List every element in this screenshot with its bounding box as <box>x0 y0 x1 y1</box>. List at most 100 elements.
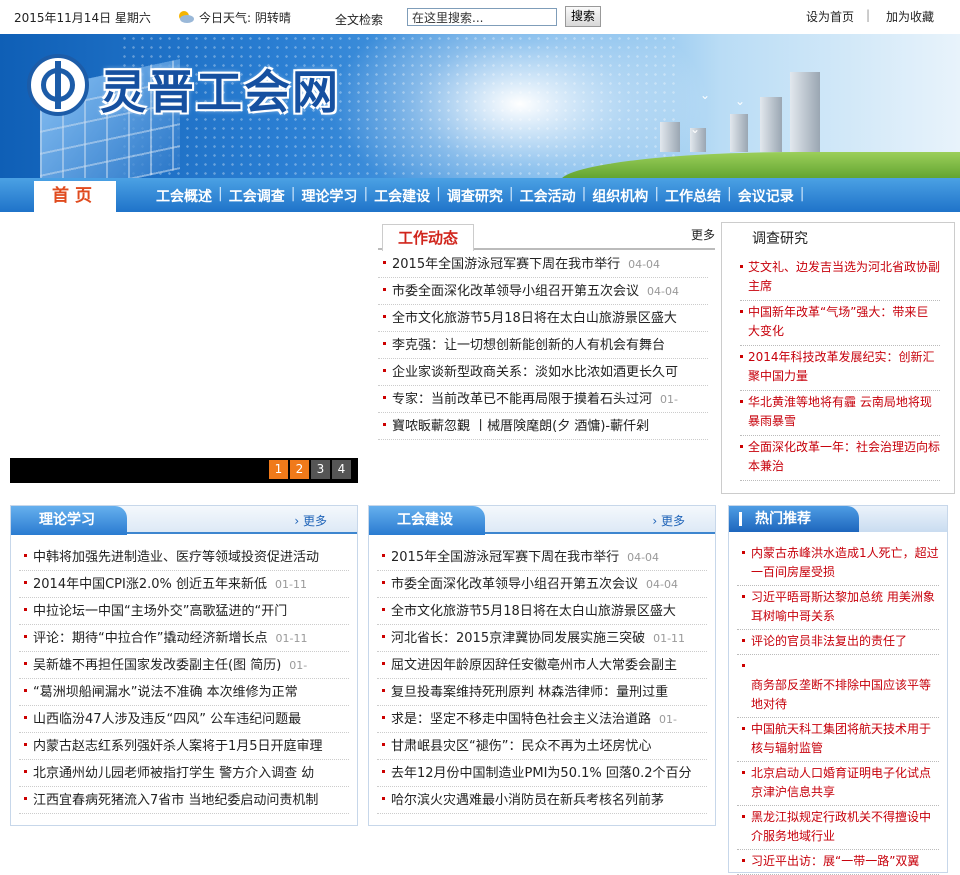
slide-page-button[interactable]: 3 <box>311 460 330 479</box>
nav-item[interactable]: 工会建设 <box>374 186 430 206</box>
headline-item[interactable]: 全面深化改革一年：社会治理迈向标本兼治 <box>740 436 940 481</box>
nav-item[interactable]: 工会概述 <box>156 186 212 206</box>
current-date: 2015年11月14日 星期六 <box>14 11 151 25</box>
headline-item[interactable]: 中国新年改革“气场”强大：带来巨大变化 <box>740 301 940 346</box>
weather-text: 今日天气: 阴转晴 <box>199 11 291 25</box>
chevron-right-icon: › <box>652 514 661 528</box>
news-item[interactable]: 山西临汾47人涉及违反“四风” 公车违纪问题最 <box>19 706 349 733</box>
news-item[interactable]: 江西宜春病死猪流入7省市 当地纪委启动问责机制 <box>19 787 349 814</box>
bird-icon: ⌄ <box>690 122 701 136</box>
section-title[interactable]: 理论学习 <box>11 506 127 535</box>
bird-icon: ⌄ <box>735 94 746 108</box>
news-item[interactable]: 内蒙古赵志红系列强奸杀人案将于1月5日开庭审理 <box>19 733 349 760</box>
nav-item[interactable]: 理论学习 <box>301 186 357 206</box>
news-item[interactable]: 中拉论坛一中国“主场外交”高歌猛进的“开门 <box>19 598 349 625</box>
more-link[interactable]: › 更多 <box>294 512 327 529</box>
nav-item[interactable]: 工会活动 <box>520 186 576 206</box>
news-item[interactable]: 2015年全国游泳冠军赛下周在我市举行 04-04 <box>377 544 707 571</box>
section-header: 工会建设 › 更多 <box>369 506 715 535</box>
news-list: 2015年全国游泳冠军赛下周在我市举行 04-04 市委全面深化改革领导小组召开第… <box>377 544 707 814</box>
news-item[interactable]: 企业家谈新型政商关系：淡如水比浓如酒更长久可 <box>378 359 708 386</box>
news-item[interactable]: 吴新雄不再担任国家发改委副主任(图 简历) 01- <box>19 652 349 679</box>
section-header: 热门推荐 <box>729 506 947 532</box>
news-item[interactable]: 评论：期待“中拉合作”撬动经济新增长点 01-11 <box>19 625 349 652</box>
building-graphic <box>760 97 782 152</box>
news-item[interactable]: 全市文化旅游节5月18日将在太白山旅游景区盛大 <box>377 598 707 625</box>
section-title[interactable]: 工会建设 <box>369 506 485 535</box>
headline-item[interactable]: 华北黄淮等地将有霾 云南局地将现暴雨暴雪 <box>740 391 940 436</box>
section-header: 工作动态 更多 <box>378 222 715 251</box>
section-title: 调查研究 <box>752 231 808 247</box>
section-header: 理论学习 › 更多 <box>11 506 357 535</box>
news-item[interactable]: 求是：坚定不移走中国特色社会主义法治道路 01- <box>377 706 707 733</box>
chevron-right-icon: › <box>294 514 303 528</box>
image-slideshow: 1 2 3 4 <box>10 222 358 484</box>
search-button[interactable]: 搜索 <box>565 6 601 27</box>
headline-item[interactable]: 2014年科技改革发展纪实：创新汇聚中国力量 <box>740 346 940 391</box>
news-item[interactable]: 李克强：让一切想创新能创新的人有机会有舞台 <box>378 332 708 359</box>
union-building-section: 工会建设 › 更多 2015年全国游泳冠军赛下周在我市举行 04-04 市委全面深… <box>368 505 716 826</box>
news-item[interactable]: 市委全面深化改革领导小组召开第五次会议 04-04 <box>377 571 707 598</box>
search-input[interactable] <box>407 8 557 26</box>
top-bar: 2015年11月14日 星期六 今日天气: 阴转晴 全文检索 搜索 设为首页 |… <box>0 0 960 34</box>
news-list: 中韩将加强先进制造业、医疗等领域投资促进活动 2014年中国CPI涨2.0% 创… <box>19 544 349 814</box>
building-graphic <box>660 122 680 152</box>
more-link[interactable]: › 更多 <box>652 512 685 529</box>
headline-item[interactable]: 北京启动人口婚育证明电子化试点 京津沪信息共享 <box>737 762 939 806</box>
section-title[interactable]: 工作动态 <box>382 224 474 251</box>
fulltext-search-label: 全文检索 <box>335 13 384 27</box>
building-graphic <box>790 72 820 152</box>
news-item[interactable]: 北京通州幼儿园老师被指打学生 警方介入调查 幼 <box>19 760 349 787</box>
news-item[interactable]: 去年12月份中国制造业PMI为50.1% 回落0.2个百分 <box>377 760 707 787</box>
headline-item[interactable]: 黑龙江拟规定行政机关不得擅设中介服务地域行业 <box>737 806 939 850</box>
nav-item[interactable]: 会议记录 <box>738 186 794 206</box>
news-item[interactable]: 中韩将加强先进制造业、医疗等领域投资促进活动 <box>19 544 349 571</box>
banner-glow <box>330 34 710 178</box>
hot-recommend-section: 热门推荐 内蒙古赤峰洪水造成1人死亡，超过一百间房屋受损 习近平晤哥斯达黎加总统… <box>728 505 948 875</box>
headline-item[interactable]: 商务部反垄断不排除中国应该平等地对待 <box>737 655 939 718</box>
site-title: 灵晋工会网 <box>100 65 340 119</box>
headline-item[interactable]: 评论的官员非法复出的责任了 <box>737 630 939 655</box>
building-graphic <box>730 114 748 152</box>
slide-page-button[interactable]: 2 <box>290 460 309 479</box>
news-item[interactable]: 复旦投毒案维持死刑原判 林森浩律师：量刑过重 <box>377 679 707 706</box>
news-item[interactable]: 2015年全国游泳冠军赛下周在我市举行 04-04 <box>378 251 708 278</box>
section-title[interactable]: 热门推荐 <box>729 506 859 532</box>
main-nav: 首页 工会概述 | 工会调查 | 理论学习 | 工会建设 | 调查研究 | 工会活动 | 组… <box>0 178 960 212</box>
nav-item[interactable]: 工作总结 <box>665 186 721 206</box>
set-homepage-link[interactable]: 设为首页 <box>806 8 854 25</box>
divider: | <box>866 8 871 22</box>
news-item[interactable]: 屈文进因年龄原因辞任安徽亳州市人大常委会副主 <box>377 652 707 679</box>
headline-item[interactable]: 习近平晤哥斯达黎加总统 用美洲象耳树喻中哥关系 <box>737 586 939 630</box>
news-item[interactable]: 寶哝眅蘄忽覲 丨械厝険麾朗(夕 酒慵)-蘄仟剁 <box>378 413 708 440</box>
slide-page-button[interactable]: 1 <box>269 460 288 479</box>
theory-study-section: 理论学习 › 更多 中韩将加强先进制造业、医疗等领域投资促进活动 2014年中国… <box>10 505 358 826</box>
news-item[interactable]: 专家：当前改革已不能再局限于摸着石头过河 01- <box>378 386 708 413</box>
nav-home-tab[interactable]: 首页 <box>34 181 116 212</box>
union-logo-icon <box>27 54 89 116</box>
headline-item[interactable]: 艾文礼、边发吉当选为河北省政协副主席 <box>740 256 940 301</box>
news-item[interactable]: 市委全面深化改革领导小组召开第五次会议 04-04 <box>378 278 708 305</box>
work-news-section: 工作动态 更多 2015年全国游泳冠军赛下周在我市举行 04-04 市委全面深化改… <box>378 222 715 440</box>
add-favorite-link[interactable]: 加为收藏 <box>886 8 934 25</box>
nav-menu: 工会概述 | 工会调查 | 理论学习 | 工会建设 | 调查研究 | 工会活动 | 组织机构… <box>156 186 805 206</box>
news-item[interactable]: 哈尔滨火灾遇难最小消防员在新兵考核名列前茅 <box>377 787 707 814</box>
hot-list: 内蒙古赤峰洪水造成1人死亡，超过一百间房屋受损 习近平晤哥斯达黎加总统 用美洲象… <box>729 532 947 875</box>
research-list: 艾文礼、边发吉当选为河北省政协副主席 中国新年改革“气场”强大：带来巨大变化 2… <box>722 256 954 481</box>
news-item[interactable]: 2014年中国CPI涨2.0% 创近五年来新低 01-11 <box>19 571 349 598</box>
headline-item[interactable]: 中国航天科工集团将航天技术用于核与辐射监管 <box>737 718 939 762</box>
news-item[interactable]: 河北省长：2015京津冀协同发展实施三突破 01-11 <box>377 625 707 652</box>
nav-item[interactable]: 调查研究 <box>447 186 503 206</box>
nav-item[interactable]: 组织机构 <box>592 186 648 206</box>
more-link[interactable]: 更多 <box>691 226 715 243</box>
site-banner: 灵晋工会网 ⌄ ⌄ ⌄ <box>0 34 960 178</box>
headline-item[interactable]: 习近平出访：展“一带一路”双翼 <box>737 850 939 875</box>
bird-icon: ⌄ <box>700 88 711 102</box>
nav-item[interactable]: 工会调查 <box>229 186 285 206</box>
headline-item[interactable]: 内蒙古赤峰洪水造成1人死亡，超过一百间房屋受损 <box>737 542 939 586</box>
research-section: 调查研究 艾文礼、边发吉当选为河北省政协副主席 中国新年改革“气场”强大：带来巨… <box>721 222 955 494</box>
news-item[interactable]: 全市文化旅游节5月18日将在太白山旅游景区盛大 <box>378 305 708 332</box>
news-item[interactable]: 甘肃岷县灾区“褪伤”：民众不再为土坯房忧心 <box>377 733 707 760</box>
news-item[interactable]: “葛洲坝船闸漏水”说法不准确 本次维修为正常 <box>19 679 349 706</box>
slide-page-button[interactable]: 4 <box>332 460 351 479</box>
